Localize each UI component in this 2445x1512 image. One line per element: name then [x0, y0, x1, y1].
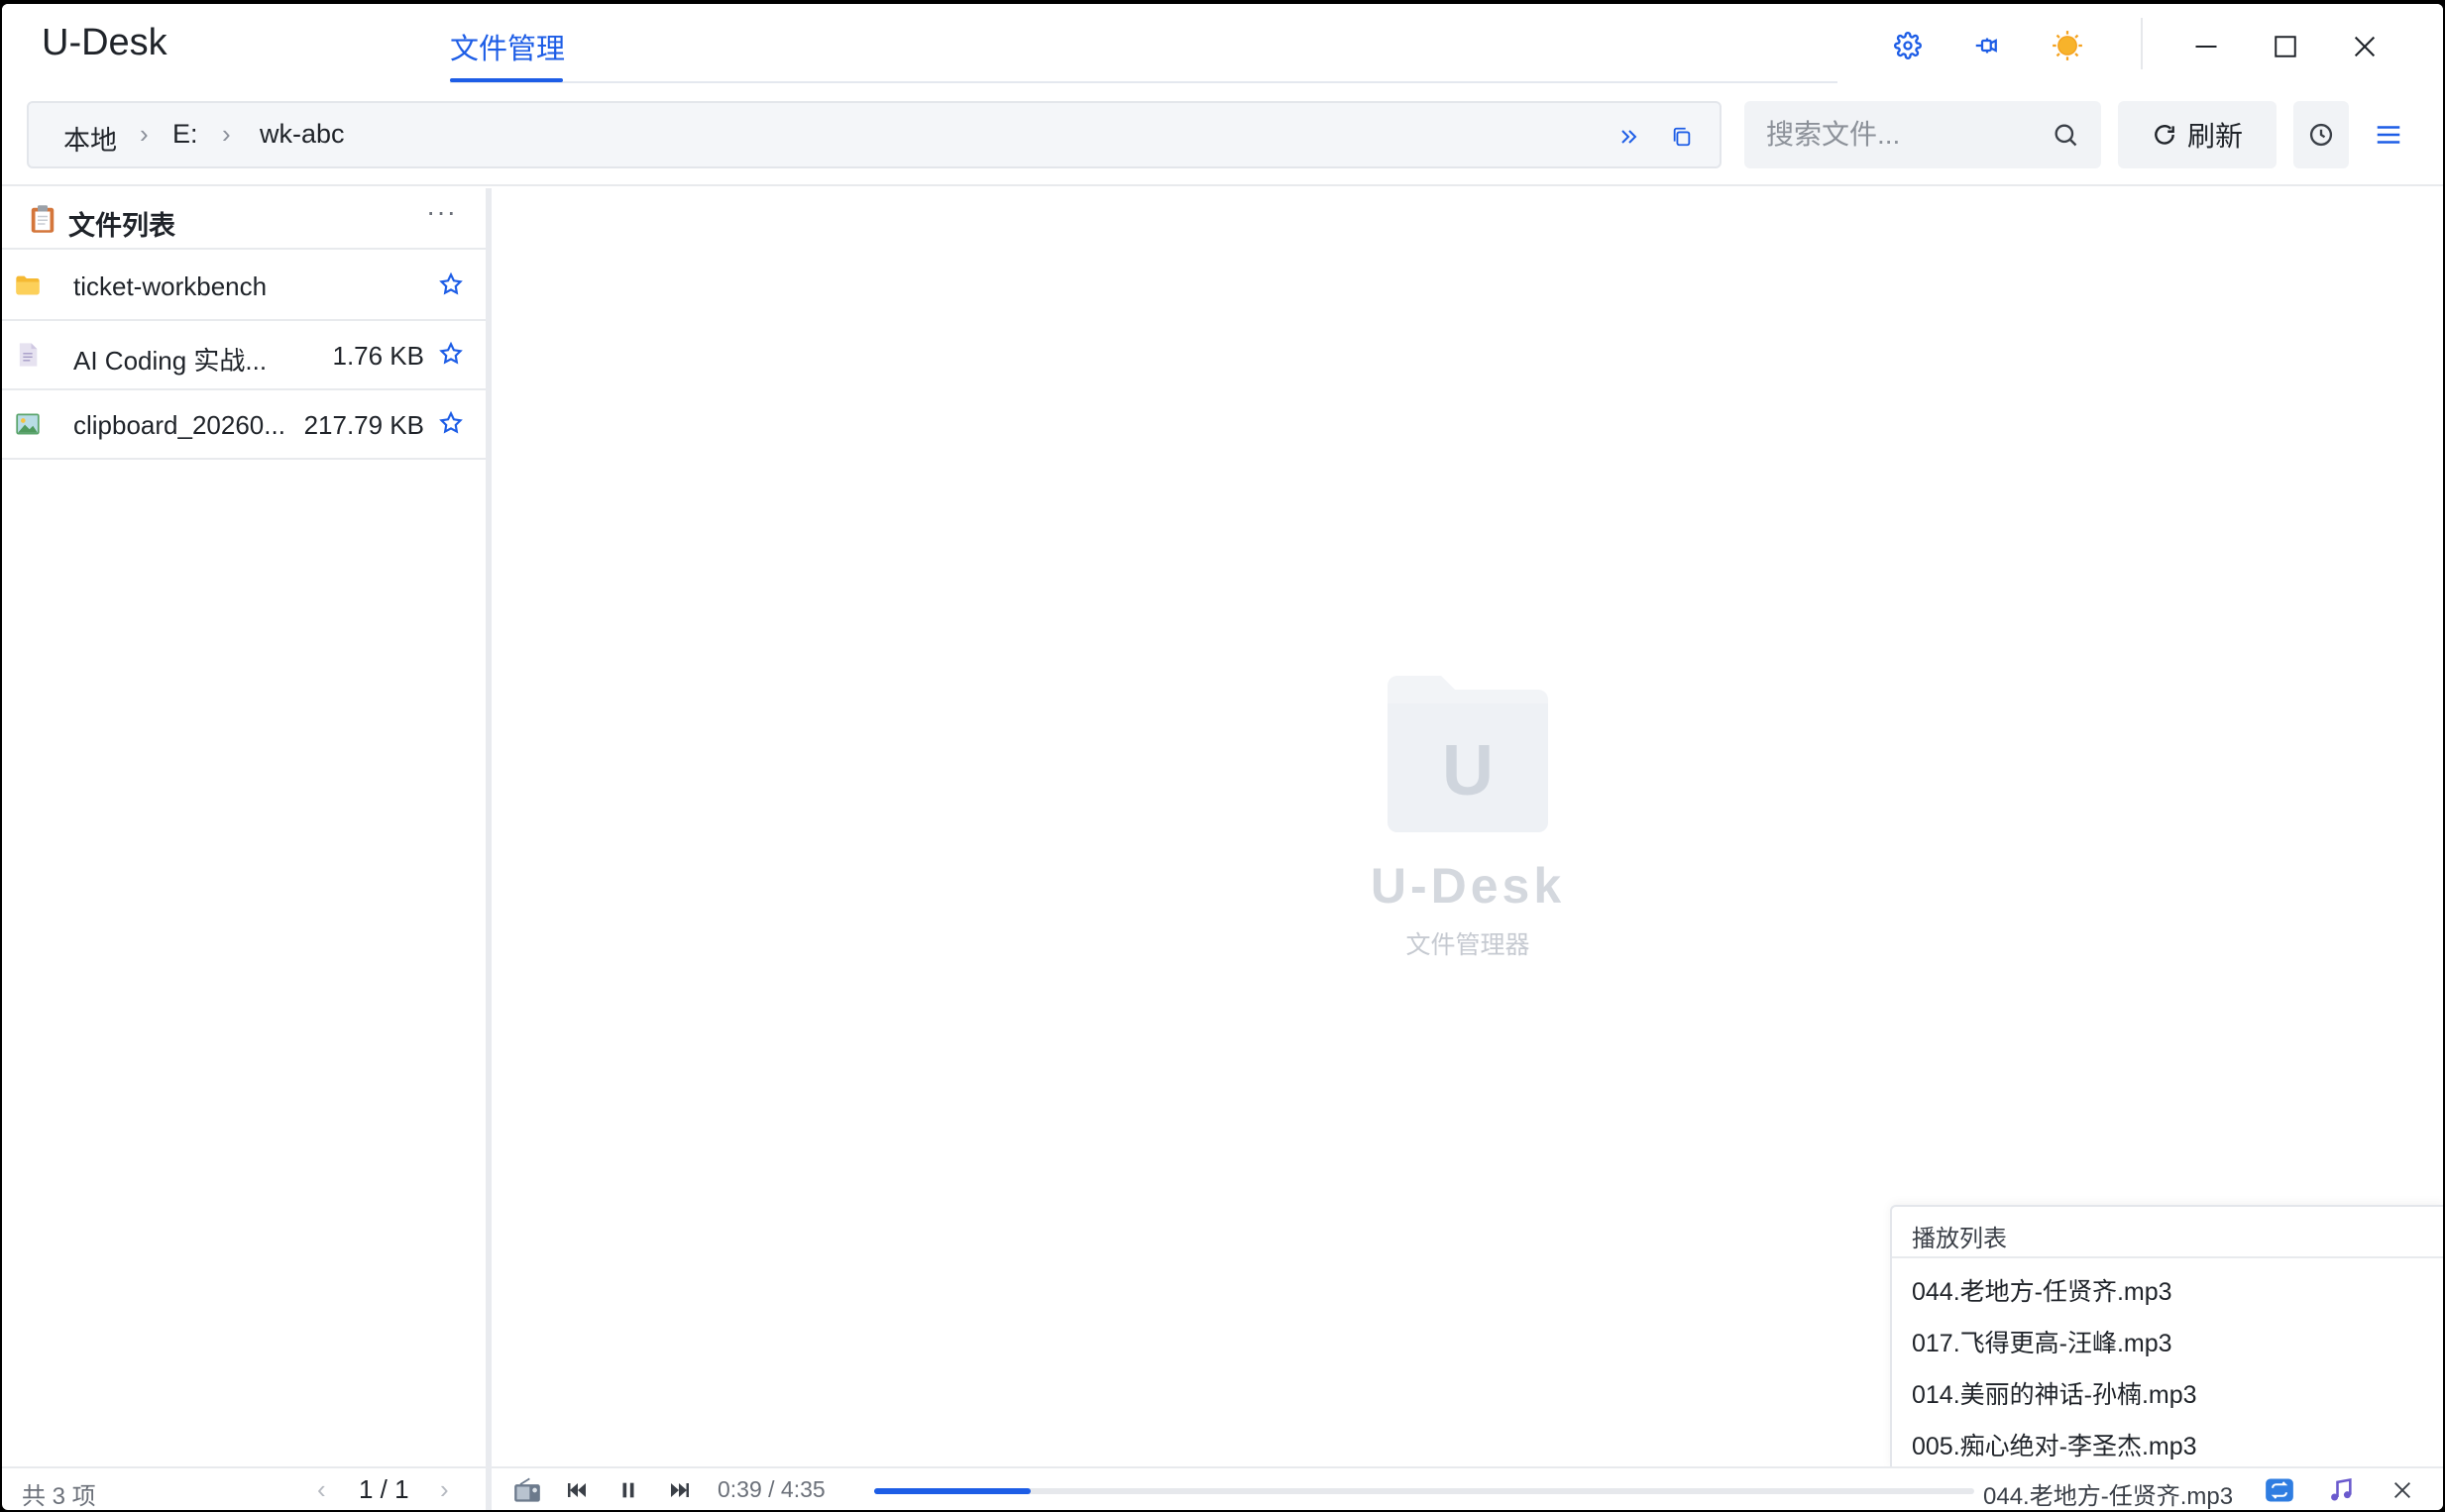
- playlist-item[interactable]: 014.美丽的神话-孙楠.mp3: [1912, 1375, 2197, 1411]
- refresh-label: 刷新: [2186, 121, 2243, 152]
- file-list-panel: 文件列表 ··· ticket-workbench AI Coding 实战..…: [2, 188, 486, 1466]
- maximize-icon: [2275, 36, 2296, 57]
- pin-button[interactable]: [1969, 28, 2005, 63]
- playlist-item[interactable]: 005.痴心绝对-李圣杰.mp3: [1912, 1427, 2197, 1462]
- file-list-header: 文件列表 ···: [2, 188, 486, 250]
- star-icon[interactable]: [438, 341, 464, 367]
- playlist-item[interactable]: 017.飞得更高-汪峰.mp3: [1912, 1324, 2172, 1359]
- item-count: 共 3 项: [22, 1483, 96, 1510]
- theme-toggle-button[interactable]: [2050, 28, 2085, 63]
- skip-next-icon: [671, 1483, 689, 1497]
- pause-button[interactable]: [612, 1474, 644, 1506]
- double-chevron-right-icon: [1621, 130, 1637, 144]
- music-note-icon: [2331, 1477, 2352, 1501]
- hamburger-menu-icon: [2377, 126, 2400, 144]
- search-box: [1744, 101, 2101, 168]
- breadcrumb: 本地 › E: › wk-abc: [27, 101, 1722, 168]
- more-options-button[interactable]: ···: [426, 196, 457, 228]
- radio-icon: [514, 1477, 540, 1502]
- playback-progress-bar[interactable]: [874, 1488, 1974, 1494]
- next-track-button[interactable]: [664, 1474, 696, 1506]
- active-tab-indicator: [450, 78, 563, 82]
- file-list-footer: 共 3 项 ‹ 1 / 1 ›: [2, 1466, 486, 1510]
- close-icon: [2354, 36, 2376, 57]
- toolbar: 本地 › E: › wk-abc 刷新: [2, 87, 2443, 186]
- copy-icon: [1673, 127, 1691, 147]
- playlist-item[interactable]: 044.老地方-任贤齐.mp3: [1912, 1272, 2172, 1308]
- repeat-icon: [2266, 1478, 2293, 1502]
- image-icon: [16, 413, 40, 435]
- refresh-button[interactable]: 刷新: [2118, 101, 2277, 168]
- tab-file-management[interactable]: 文件管理: [450, 26, 565, 67]
- file-row[interactable]: clipboard_20260... 217.79 KB: [2, 390, 486, 460]
- app-window: U-Desk 文件管理 本地 › E: › wk-abc 搜索文件... 刷新 …: [2, 4, 2443, 1510]
- history-icon: [2309, 123, 2333, 147]
- file-row[interactable]: ticket-workbench: [2, 252, 486, 321]
- logo-letter: U: [1442, 731, 1494, 810]
- history-button[interactable]: [2293, 101, 2349, 168]
- close-icon: [2394, 1482, 2410, 1498]
- previous-track-button[interactable]: [561, 1474, 593, 1506]
- radio-button[interactable]: [511, 1474, 543, 1506]
- star-icon[interactable]: [438, 410, 464, 436]
- breadcrumb-folder[interactable]: wk-abc: [260, 119, 345, 150]
- brand-name: U-Desk: [1370, 858, 1566, 914]
- titlebar-separator: [2141, 18, 2143, 69]
- menu-button[interactable]: [2361, 101, 2416, 168]
- prev-page-button[interactable]: ‹: [317, 1474, 326, 1505]
- file-size: 1.76 KB: [332, 341, 424, 371]
- file-name: AI Coding 实战...: [73, 346, 268, 376]
- pin-icon: [1975, 38, 1997, 54]
- refresh-icon: [2155, 125, 2174, 145]
- go-forward-button[interactable]: [1611, 119, 1647, 155]
- minimize-button[interactable]: [2176, 22, 2236, 71]
- pause-icon: [622, 1482, 634, 1498]
- title-bar: U-Desk 文件管理: [2, 4, 2443, 83]
- sun-icon: [2053, 31, 2082, 60]
- star-icon[interactable]: [438, 271, 464, 297]
- music-player-bar: 0:39 / 4:35 044.老地方-任贤齐.mp3: [492, 1466, 2443, 1510]
- document-icon: [19, 343, 38, 367]
- close-button[interactable]: [2335, 22, 2394, 71]
- breadcrumb-separator: ›: [222, 119, 231, 149]
- breadcrumb-separator: ›: [140, 119, 149, 149]
- file-list-title: 文件列表: [68, 211, 175, 241]
- maximize-button[interactable]: [2256, 22, 2315, 71]
- file-row[interactable]: AI Coding 实战... 1.76 KB: [2, 321, 486, 390]
- app-title: U-Desk: [42, 22, 167, 63]
- current-song-title: 044.老地方-任贤齐.mp3: [1983, 1483, 2234, 1510]
- playlist-title: 播放列表: [1892, 1207, 2443, 1258]
- file-name: clipboard_20260...: [73, 410, 285, 440]
- repeat-mode-button[interactable]: [2264, 1474, 2295, 1506]
- file-name: ticket-workbench: [73, 271, 268, 301]
- u-desk-folder-logo: U: [1388, 676, 1548, 832]
- playlist-toggle-button[interactable]: [2325, 1474, 2357, 1506]
- search-input[interactable]: [1766, 101, 2044, 168]
- file-size: 217.79 KB: [303, 410, 424, 440]
- nav-divider: [450, 81, 1837, 83]
- skip-previous-icon: [568, 1483, 586, 1497]
- folder-icon: [16, 275, 40, 295]
- copy-path-button[interactable]: [1664, 119, 1700, 155]
- gear-icon: [1894, 32, 1922, 59]
- close-player-button[interactable]: [2387, 1474, 2418, 1506]
- minimize-icon: [2195, 45, 2217, 49]
- playlist-panel: 播放列表 044.老地方-任贤齐.mp3 017.飞得更高-汪峰.mp3 014…: [1890, 1205, 2443, 1468]
- breadcrumb-drive[interactable]: E:: [172, 119, 198, 150]
- next-page-button[interactable]: ›: [440, 1474, 449, 1505]
- page-indicator: 1 / 1: [359, 1474, 409, 1504]
- clipboard-icon: [31, 205, 55, 233]
- breadcrumb-local[interactable]: 本地: [63, 119, 117, 158]
- brand-subtitle: 文件管理器: [1405, 931, 1530, 959]
- playback-progress-fill: [874, 1488, 1031, 1494]
- settings-button[interactable]: [1890, 28, 1926, 63]
- playback-time: 0:39 / 4:35: [718, 1476, 826, 1502]
- search-icon[interactable]: [2052, 121, 2079, 149]
